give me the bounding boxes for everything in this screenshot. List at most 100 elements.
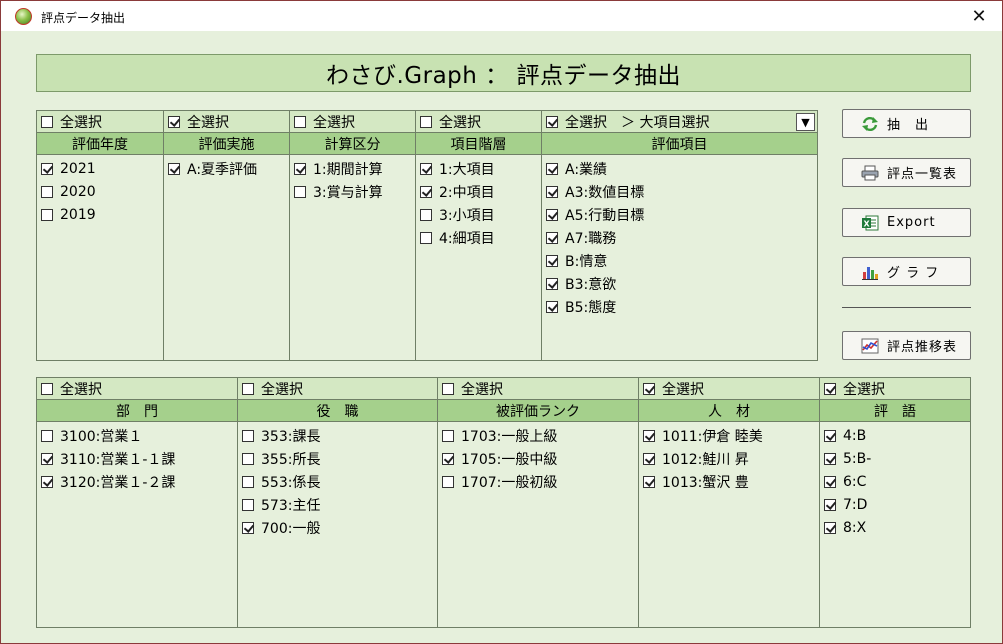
item-checkbox[interactable] <box>643 452 655 465</box>
select-all-row[interactable]: 全選択 <box>37 378 237 400</box>
close-button[interactable]: ✕ <box>956 1 1002 31</box>
select-all-row[interactable]: 全選択 <box>416 111 541 133</box>
list-item[interactable]: 2021 <box>37 157 163 180</box>
item-checkbox[interactable] <box>41 475 53 488</box>
select-all-row[interactable]: 全選択 ＞ 大項目選択 ▼ <box>542 111 817 133</box>
list-item[interactable]: 6:C <box>820 470 970 493</box>
select-all-checkbox[interactable] <box>643 382 655 395</box>
item-checkbox[interactable] <box>442 429 454 442</box>
list-item[interactable]: B:情意 <box>542 249 817 272</box>
item-checkbox[interactable] <box>442 475 454 488</box>
list-item[interactable]: 1011:伊倉 睦美 <box>639 424 819 447</box>
item-checkbox[interactable] <box>242 475 254 488</box>
list-item[interactable]: B5:態度 <box>542 295 817 318</box>
graph-button[interactable]: グ ラ フ <box>842 257 971 286</box>
list-item[interactable]: A3:数値目標 <box>542 180 817 203</box>
item-checkbox[interactable] <box>643 429 655 442</box>
item-checkbox[interactable] <box>41 162 53 175</box>
item-checkbox[interactable] <box>420 185 432 198</box>
item-checkbox[interactable] <box>420 231 432 244</box>
item-checkbox[interactable] <box>643 475 655 488</box>
select-all-checkbox[interactable] <box>41 382 53 395</box>
item-checkbox[interactable] <box>242 452 254 465</box>
select-all-row[interactable]: 全選択 <box>820 378 970 400</box>
item-checkbox[interactable] <box>546 185 558 198</box>
select-all-checkbox[interactable] <box>824 382 836 395</box>
select-all-row[interactable]: 全選択 <box>37 111 163 133</box>
list-item[interactable]: 355:所長 <box>238 447 437 470</box>
list-item[interactable]: 1707:一般初級 <box>438 470 638 493</box>
item-checkbox[interactable] <box>546 208 558 221</box>
list-item[interactable]: 8:X <box>820 516 970 539</box>
item-checkbox[interactable] <box>546 300 558 313</box>
list-item[interactable]: 4:B <box>820 424 970 447</box>
item-checkbox[interactable] <box>546 277 558 290</box>
item-checkbox[interactable] <box>242 429 254 442</box>
select-all-row[interactable]: 全選択 <box>290 111 415 133</box>
list-item[interactable]: 7:D <box>820 493 970 516</box>
export-button[interactable]: X Export <box>842 208 971 237</box>
item-checkbox[interactable] <box>824 452 836 465</box>
item-checkbox[interactable] <box>294 162 306 175</box>
list-item[interactable]: 5:B- <box>820 447 970 470</box>
item-checkbox[interactable] <box>242 521 254 534</box>
list-item[interactable]: 3110:営業１-１課 <box>37 447 237 470</box>
checkbox-list: 2021 2020 2019 <box>37 157 163 226</box>
list-item[interactable]: A7:職務 <box>542 226 817 249</box>
item-checkbox[interactable] <box>546 254 558 267</box>
item-checkbox[interactable] <box>294 185 306 198</box>
list-item[interactable]: 2019 <box>37 203 163 226</box>
select-all-row[interactable]: 全選択 <box>164 111 289 133</box>
list-item[interactable]: A:夏季評価 <box>164 157 289 180</box>
item-checkbox[interactable] <box>824 498 836 511</box>
item-checkbox[interactable] <box>442 452 454 465</box>
item-checkbox[interactable] <box>41 429 53 442</box>
list-item[interactable]: B3:意欲 <box>542 272 817 295</box>
select-all-checkbox[interactable] <box>420 115 432 128</box>
list-item[interactable]: 4:細項目 <box>416 226 541 249</box>
item-checkbox[interactable] <box>420 162 432 175</box>
list-item[interactable]: 1012:鮭川 昇 <box>639 447 819 470</box>
item-checkbox[interactable] <box>824 429 836 442</box>
item-checkbox[interactable] <box>824 521 836 534</box>
list-item[interactable]: 2:中項目 <box>416 180 541 203</box>
list-item[interactable]: 3100:営業１ <box>37 424 237 447</box>
item-checkbox[interactable] <box>420 208 432 221</box>
list-item[interactable]: 553:係長 <box>238 470 437 493</box>
select-all-checkbox[interactable] <box>442 382 454 395</box>
select-all-checkbox[interactable] <box>41 115 53 128</box>
select-all-row[interactable]: 全選択 <box>639 378 819 400</box>
list-item[interactable]: 1:期間計算 <box>290 157 415 180</box>
score-list-button[interactable]: 評点一覧表 <box>842 158 971 187</box>
extract-button[interactable]: 抽 出 <box>842 109 971 138</box>
list-item[interactable]: 1:大項目 <box>416 157 541 180</box>
list-item[interactable]: 573:主任 <box>238 493 437 516</box>
item-checkbox[interactable] <box>242 498 254 511</box>
major-item-dropdown-button[interactable]: ▼ <box>796 113 815 131</box>
select-all-row[interactable]: 全選択 <box>238 378 437 400</box>
list-item[interactable]: 1705:一般中級 <box>438 447 638 470</box>
list-item[interactable]: 3:小項目 <box>416 203 541 226</box>
item-checkbox[interactable] <box>41 452 53 465</box>
item-checkbox[interactable] <box>546 162 558 175</box>
select-all-checkbox[interactable] <box>242 382 254 395</box>
select-all-checkbox[interactable] <box>546 115 558 128</box>
list-item[interactable]: 3:賞与計算 <box>290 180 415 203</box>
list-item[interactable]: 353:課長 <box>238 424 437 447</box>
item-checkbox[interactable] <box>546 231 558 244</box>
select-all-row[interactable]: 全選択 <box>438 378 638 400</box>
list-item[interactable]: 2020 <box>37 180 163 203</box>
list-item[interactable]: 3120:営業１-２課 <box>37 470 237 493</box>
select-all-checkbox[interactable] <box>168 115 180 128</box>
select-all-checkbox[interactable] <box>294 115 306 128</box>
item-checkbox[interactable] <box>168 162 180 175</box>
trend-button[interactable]: 評点推移表 <box>842 331 971 360</box>
list-item[interactable]: A5:行動目標 <box>542 203 817 226</box>
list-item[interactable]: 1013:蟹沢 豊 <box>639 470 819 493</box>
item-checkbox[interactable] <box>41 208 53 221</box>
list-item[interactable]: 1703:一般上級 <box>438 424 638 447</box>
list-item[interactable]: A:業績 <box>542 157 817 180</box>
item-checkbox[interactable] <box>824 475 836 488</box>
list-item[interactable]: 700:一般 <box>238 516 437 539</box>
item-checkbox[interactable] <box>41 185 53 198</box>
